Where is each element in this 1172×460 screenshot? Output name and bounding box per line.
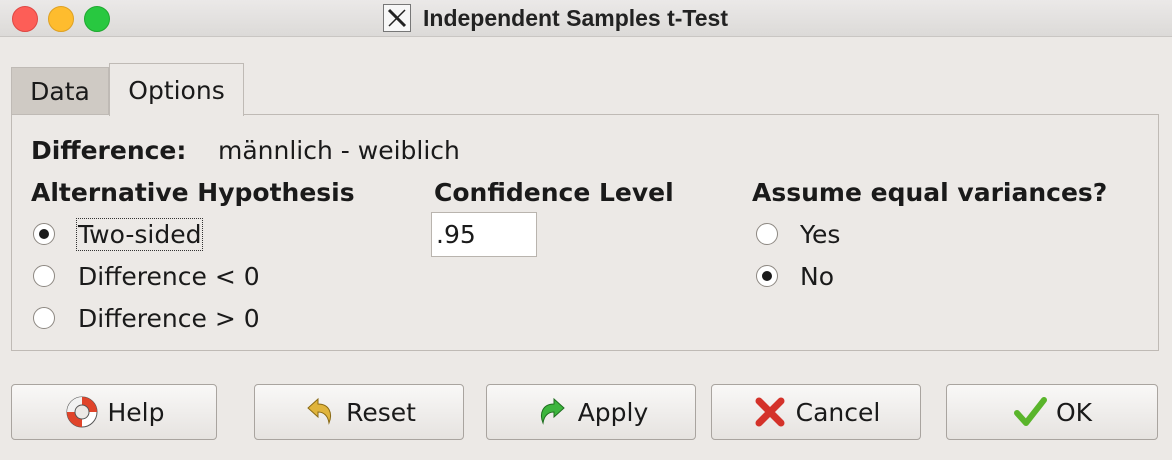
window-title-group: Independent Samples t-Test — [383, 3, 728, 33]
equal-variances-no-label[interactable]: No — [800, 262, 834, 291]
close-window-button[interactable] — [12, 6, 38, 32]
tab-data[interactable]: Data — [11, 67, 109, 115]
apply-button-label: Apply — [577, 397, 649, 427]
two-sided-radio[interactable] — [33, 223, 55, 245]
window-title: Independent Samples t-Test — [423, 4, 729, 31]
equal-variances-no-radio[interactable] — [756, 265, 778, 287]
difference-value: männlich - weiblich — [218, 136, 460, 165]
alternative-hypothesis-heading: Alternative Hypothesis — [31, 178, 355, 207]
confidence-level-heading: Confidence Level — [434, 178, 674, 207]
redo-arrow-icon — [534, 394, 570, 430]
reset-button[interactable]: Reset — [254, 384, 464, 440]
equal-variances-yes-label[interactable]: Yes — [800, 220, 840, 249]
help-button-label: Help — [107, 397, 165, 427]
minimize-window-button[interactable] — [48, 6, 74, 32]
equal-variances-heading: Assume equal variances? — [752, 178, 1108, 207]
difference-greater-radio[interactable] — [33, 307, 55, 329]
apply-button[interactable]: Apply — [486, 384, 696, 440]
red-x-icon — [752, 394, 788, 430]
difference-label: Difference: — [31, 136, 187, 165]
cancel-button-label: Cancel — [795, 397, 881, 427]
ok-button[interactable]: OK — [946, 384, 1158, 440]
zoom-window-button[interactable] — [84, 6, 110, 32]
title-bar: Independent Samples t-Test — [0, 0, 1172, 37]
ok-button-label: OK — [1055, 397, 1093, 427]
difference-less-radio[interactable] — [33, 265, 55, 287]
confidence-level-input[interactable] — [431, 212, 537, 257]
help-button[interactable]: Help — [11, 384, 217, 440]
lifebuoy-icon — [64, 394, 100, 430]
cancel-button[interactable]: Cancel — [711, 384, 921, 440]
two-sided-label[interactable]: Two-sided — [75, 218, 204, 251]
equal-variances-yes-radio[interactable] — [756, 223, 778, 245]
difference-greater-label[interactable]: Difference > 0 — [78, 304, 260, 333]
difference-less-label[interactable]: Difference < 0 — [78, 262, 260, 291]
reset-button-label: Reset — [346, 397, 416, 427]
tab-options[interactable]: Options — [109, 63, 244, 116]
green-check-icon — [1012, 394, 1048, 430]
x11-icon — [383, 4, 411, 32]
undo-arrow-icon — [302, 394, 338, 430]
